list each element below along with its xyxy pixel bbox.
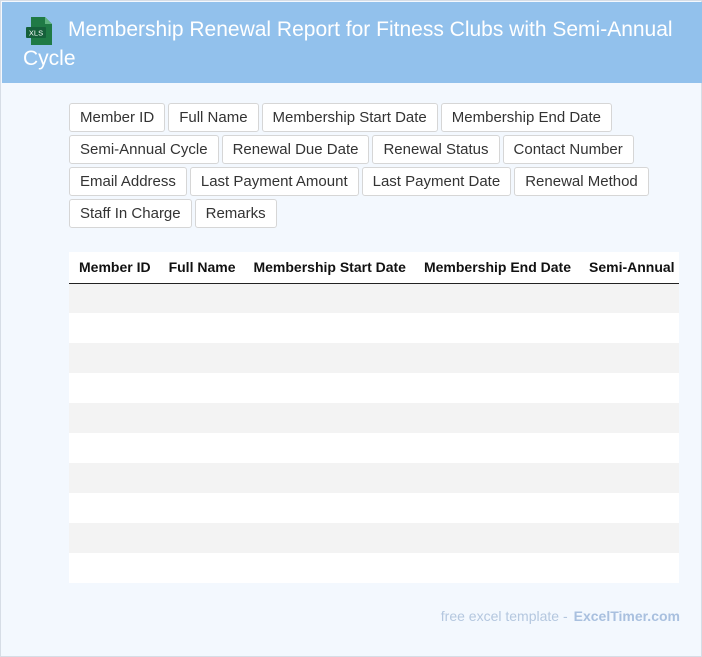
table-row [69,493,679,523]
table-cell[interactable] [158,403,244,433]
table-cell[interactable] [243,553,414,583]
table-cell[interactable] [158,433,244,463]
table-cell[interactable] [158,523,244,553]
table-cell[interactable] [158,343,244,373]
table-cell[interactable] [69,493,159,523]
table-body [69,283,679,583]
table-cell[interactable] [243,463,414,493]
table-row [69,283,679,313]
table-cell[interactable] [69,343,159,373]
table-cell[interactable] [69,373,159,403]
column-header[interactable]: Semi-Annual Cycle [579,252,679,284]
footer: free excel template - ExcelTimer.com [441,608,680,624]
field-chip[interactable]: Remarks [194,199,277,228]
field-chip[interactable]: Last Payment Amount [189,167,359,196]
table-cell[interactable] [413,283,579,313]
page-title: Membership Renewal Report for Fitness Cl… [23,18,673,70]
column-header[interactable]: Full Name [158,252,244,284]
table-row [69,523,679,553]
table-cell[interactable] [69,523,159,553]
table-cell[interactable] [579,373,679,403]
table-header-row: Member ID Full Name Membership Start Date M… [69,252,679,284]
table-cell[interactable] [413,523,579,553]
field-chip[interactable]: Renewal Method [514,167,649,196]
table-cell[interactable] [158,463,244,493]
field-chip[interactable]: Membership End Date [440,103,613,132]
footer-text: free excel template - [440,608,568,624]
table-row [69,313,679,343]
data-table-container[interactable]: Member ID Full Name Membership Start Date M… [69,252,679,583]
table-cell[interactable] [69,553,159,583]
footer-brand-link[interactable]: ExcelTimer.com [574,608,680,624]
table-cell[interactable] [413,403,579,433]
table-cell[interactable] [69,403,159,433]
table-cell[interactable] [413,433,579,463]
table-cell[interactable] [158,313,244,343]
table-row [69,433,679,463]
table-cell[interactable] [158,553,244,583]
table-cell[interactable] [69,463,159,493]
data-table: Member ID Full Name Membership Start Date M… [69,252,679,583]
table-cell[interactable] [243,493,414,523]
page-header: XLS Membership Renewal Report for Fitnes… [2,2,702,83]
table-cell[interactable] [579,283,679,313]
column-header[interactable]: Membership Start Date [243,252,414,284]
column-header[interactable]: Membership End Date [413,252,579,284]
table-cell[interactable] [243,343,414,373]
field-chip[interactable]: Full Name [168,103,259,132]
table-cell[interactable] [158,283,244,313]
table-cell[interactable] [413,553,579,583]
field-chip[interactable]: Email Address [69,167,187,196]
table-row [69,463,679,493]
table-cell[interactable] [579,463,679,493]
field-chip[interactable]: Contact Number [502,135,634,164]
table-cell[interactable] [158,373,244,403]
field-chip[interactable]: Member ID [69,103,166,132]
table-cell[interactable] [413,463,579,493]
table-cell[interactable] [158,493,244,523]
field-chip-list: Member ID Full Name Membership Start Date M… [69,103,659,228]
field-chip[interactable]: Renewal Status [372,135,500,164]
table-cell[interactable] [413,493,579,523]
table-cell[interactable] [579,343,679,373]
table-cell[interactable] [579,523,679,553]
table-cell[interactable] [579,403,679,433]
table-row [69,403,679,433]
table-cell[interactable] [579,313,679,343]
table-cell[interactable] [413,313,579,343]
table-cell[interactable] [243,283,414,313]
table-cell[interactable] [579,433,679,463]
table-row [69,343,679,373]
table-row [69,373,679,403]
table-cell[interactable] [243,373,414,403]
field-chip[interactable]: Staff In Charge [69,199,192,228]
table-cell[interactable] [243,403,414,433]
table-cell[interactable] [243,523,414,553]
field-chip[interactable]: Membership Start Date [261,103,438,132]
field-chip[interactable]: Last Payment Date [361,167,512,196]
table-row [69,553,679,583]
table-cell[interactable] [413,343,579,373]
table-cell[interactable] [243,433,414,463]
table-cell[interactable] [579,493,679,523]
table-cell[interactable] [69,433,159,463]
field-chip[interactable]: Semi-Annual Cycle [69,135,219,164]
table-cell[interactable] [413,373,579,403]
table-cell[interactable] [69,313,159,343]
column-header[interactable]: Member ID [69,252,159,284]
table-cell[interactable] [69,283,159,313]
field-chip[interactable]: Renewal Due Date [221,135,370,164]
table-cell[interactable] [243,313,414,343]
page-frame: XLS Membership Renewal Report for Fitnes… [0,0,702,657]
table-cell[interactable] [579,553,679,583]
